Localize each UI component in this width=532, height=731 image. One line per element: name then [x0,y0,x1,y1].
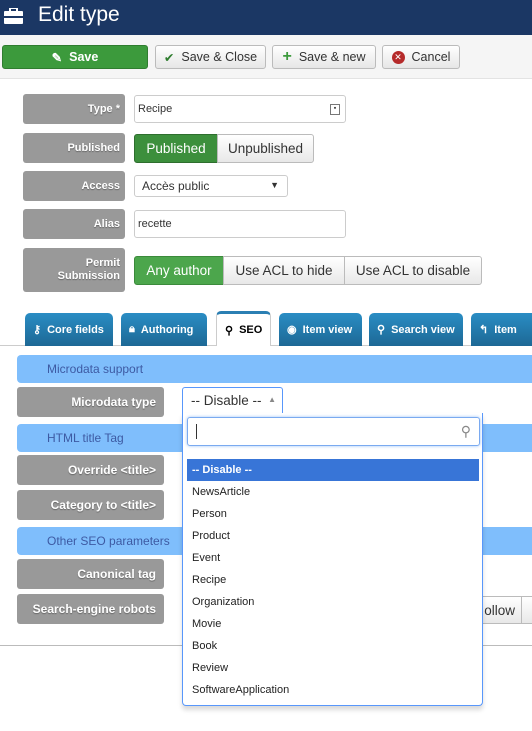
permit-acl-disable[interactable]: Use ACL to disable [344,256,482,285]
tab-seo[interactable]: ⚲ SEO [216,311,271,346]
unpublished-option[interactable]: Unpublished [217,134,314,163]
permit-any-author[interactable]: Any author [134,256,224,285]
dropdown-option[interactable]: Review [187,657,479,679]
dropdown-option[interactable]: Organization [187,591,479,613]
search-engine-robots-label: Search-engine robots [17,594,164,624]
microdata-type-dropdown: ⚲ -- Disable -- NewsArticle Person Product E… [182,413,483,706]
permit-acl-hide[interactable]: Use ACL to hide [223,256,345,285]
search-icon: ⚲ [377,324,386,336]
header-bar: Edit type [0,0,532,35]
cancel-icon: ✕ [391,50,405,64]
microdata-type-select[interactable]: -- Disable -- ▲ [182,387,283,415]
tab-search-view[interactable]: ⚲ Search view [369,313,463,346]
alias-input[interactable]: recette [134,210,346,238]
microdata-type-label: Microdata type [17,387,164,417]
dropdown-option[interactable]: -- Disable -- [187,459,479,481]
alias-label: Alias [23,209,125,239]
tab-core-fields[interactable]: ⚷ Core fields [25,313,113,346]
dropdown-option[interactable]: Movie [187,613,479,635]
tab-item-view[interactable]: ◉ Item view [279,313,362,346]
eye-icon: ◉ [287,324,297,336]
text-cursor [196,424,197,439]
search-icon: ⚲ [225,324,234,337]
permit-submission-label: Permit Submission [23,248,125,292]
caret-up-icon: ▲ [268,395,276,404]
category-title-label: Category to <title> [17,490,164,520]
override-title-label: Override <title> [17,455,164,485]
tab-item[interactable]: ↰ Item [471,313,532,346]
type-label: Type * [23,94,125,124]
robots-option-partial[interactable] [521,596,532,624]
contact-card-icon: ▪ [330,104,340,115]
briefcase-icon [4,8,23,24]
save-close-button[interactable]: ✔ Save & Close [155,45,266,69]
dropdown-option[interactable]: SoftwareApplication [187,679,479,701]
dropdown-option[interactable]: Book [187,635,479,657]
section-microdata-support: Microdata support [17,355,532,383]
toolbar: ✎ Save ✔ Save & Close + Save & new ✕ Cancel [0,35,532,79]
check-icon: ✔ [163,50,175,65]
dropdown-option[interactable]: Event [187,547,479,569]
reply-icon: ↰ [479,324,489,336]
access-select[interactable]: Accès public ▼ [134,175,288,197]
page-title: Edit type [38,3,120,26]
published-option[interactable]: Published [134,134,218,163]
caret-down-icon: ▼ [270,180,279,190]
cancel-button[interactable]: ✕ Cancel [382,45,460,69]
save-button[interactable]: ✎ Save [2,45,148,69]
canonical-tag-label: Canonical tag [17,559,164,589]
dropdown-search-input[interactable]: ⚲ [187,417,480,446]
lock-icon: 🔒︎ [129,323,135,335]
key-icon: ⚷ [33,324,42,336]
access-label: Access [23,171,125,201]
dropdown-option[interactable]: NewsArticle [187,481,479,503]
save-new-button[interactable]: + Save & new [272,45,376,69]
type-input[interactable]: Recipe ▪ [134,95,346,123]
tab-authoring[interactable]: 🔒︎ Authoring [121,313,207,346]
dropdown-option[interactable]: Person [187,503,479,525]
dropdown-option[interactable]: Recipe [187,569,479,591]
published-label: Published [23,133,125,163]
search-icon: ⚲ [460,423,471,439]
plus-icon: + [282,48,292,65]
edit-icon: ✎ [51,50,63,65]
dropdown-option[interactable]: Product [187,525,479,547]
